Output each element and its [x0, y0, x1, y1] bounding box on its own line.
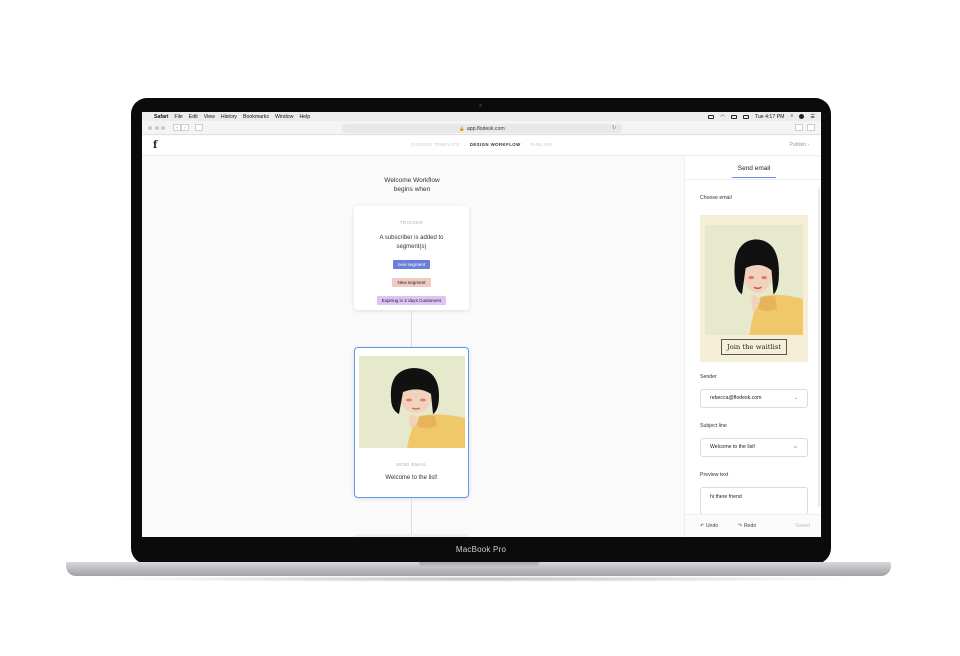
step-separator-icon: ›	[463, 142, 466, 147]
close-window-icon[interactable]	[148, 125, 152, 130]
saved-status: Saved	[795, 523, 810, 529]
email-settings-panel: Send email Choose email Join the waitlis…	[684, 157, 821, 537]
url-text: app.flodesk.com	[466, 125, 505, 132]
window-controls	[148, 125, 165, 130]
lock-icon: 🔒	[459, 125, 465, 131]
send-email-label: SEND EMAIL	[395, 462, 428, 467]
menubar-status: ◠ Tue 4:17 PM ⌕ ☰	[708, 113, 815, 120]
next-node-placeholder[interactable]	[354, 534, 469, 537]
device-label: MacBook Pro	[455, 545, 507, 554]
sidebar-toggle-icon[interactable]	[195, 124, 203, 131]
subject-line-input[interactable]: Welcome to the list! ☺	[700, 438, 808, 457]
workflow-canvas: Welcome Workflow begins when TRIGGER A s…	[142, 157, 684, 537]
menu-window[interactable]: Window	[275, 114, 293, 120]
spotlight-icon[interactable]: ⌕	[790, 113, 793, 120]
step-separator-icon: ›	[524, 142, 527, 147]
screen: Safari File Edit View History Bookmarks …	[142, 112, 821, 537]
workflow-steps: CHOOSE TEMPLATE › DESIGN WORKFLOW › PUBLISH	[142, 142, 821, 147]
menu-help[interactable]: Help	[299, 114, 310, 120]
share-icon[interactable]	[795, 124, 803, 131]
app-header: f CHOOSE TEMPLATE › DESIGN WORKFLOW › PUBLIS…	[142, 136, 821, 156]
tabs-overview-icon[interactable]	[807, 124, 815, 131]
divider	[685, 179, 821, 180]
connector-line	[411, 498, 412, 534]
forward-icon[interactable]: ›	[181, 124, 189, 131]
wifi-icon[interactable]: ◠	[720, 114, 725, 120]
minimize-window-icon[interactable]	[154, 125, 159, 130]
menu-file[interactable]: File	[174, 114, 182, 120]
sender-label: Sender	[700, 374, 717, 380]
notification-center-icon[interactable]: ☰	[810, 114, 815, 120]
choose-email-label: Choose email	[700, 195, 732, 201]
panel-footer: ↶ Undo ↷ Redo Saved	[685, 514, 821, 537]
undo-icon: ↶	[700, 523, 705, 529]
trigger-card[interactable]: TRIGGER A subscriber is added to segment…	[354, 206, 469, 310]
tab-send-email[interactable]: Send email	[734, 165, 774, 172]
zoom-window-icon[interactable]	[161, 125, 165, 130]
menu-bookmarks[interactable]: Bookmarks	[243, 114, 269, 120]
step-design-workflow[interactable]: DESIGN WORKFLOW	[470, 142, 521, 147]
history-nav: ‹ ›	[173, 124, 189, 131]
email-subject: Welcome to the list!	[385, 475, 438, 481]
mac-menubar: Safari File Edit View History Bookmarks …	[142, 112, 821, 121]
step-choose-template[interactable]: CHOOSE TEMPLATE	[411, 142, 460, 147]
trigger-description: A subscriber is added to segment(s)	[379, 235, 444, 250]
emoji-icon[interactable]: ☺	[793, 439, 798, 456]
redo-button[interactable]: ↷ Redo	[738, 523, 756, 529]
toolbar-actions	[795, 124, 815, 131]
segment-chip[interactable]: New segment	[392, 278, 431, 287]
sender-select[interactable]: rebecca@flodesk.com ⌄	[700, 389, 808, 408]
clock[interactable]: Tue 4:17 PM	[755, 114, 785, 120]
subject-line-label: Subject line	[700, 423, 727, 429]
chevron-down-icon: ⌄	[793, 395, 798, 401]
segment-chip[interactable]: Expiring in 2 days Customers	[376, 296, 447, 305]
laptop-shadow	[90, 576, 870, 582]
browser-toolbar: ‹ › 🔒 app.flodesk.com ↻	[142, 121, 821, 135]
siri-icon[interactable]	[799, 114, 805, 119]
email-preview[interactable]: Join the waitlist	[700, 215, 808, 362]
connector-line	[411, 310, 412, 347]
preview-hero-image	[705, 225, 803, 335]
back-icon[interactable]: ‹	[173, 124, 181, 131]
step-publish[interactable]: PUBLISH	[531, 142, 553, 147]
undo-button[interactable]: ↶ Undo	[700, 523, 718, 529]
segment-chip[interactable]: new segment	[392, 260, 431, 269]
subject-line-value: Welcome to the list!	[710, 444, 756, 450]
laptop-notch	[419, 562, 539, 568]
send-email-card[interactable]: SEND EMAIL Welcome to the list!	[354, 347, 469, 498]
menu-history[interactable]: History	[221, 114, 237, 120]
undo-label: Undo	[705, 523, 719, 529]
menu-edit[interactable]: Edit	[189, 114, 198, 120]
preview-text-value: hi there friend	[710, 494, 742, 500]
email-hero-image	[359, 356, 465, 448]
battery-icon[interactable]	[742, 114, 749, 119]
active-tab-indicator	[732, 177, 776, 179]
preview-text-input[interactable]: hi there friend	[700, 487, 808, 515]
display-icon[interactable]	[730, 114, 737, 119]
camera-icon	[479, 104, 482, 107]
stage: Safari File Edit View History Bookmarks …	[0, 0, 960, 656]
menu-app-name[interactable]: Safari	[154, 114, 168, 120]
preview-text-label: Preview text	[700, 472, 729, 478]
reload-icon[interactable]: ↻	[612, 124, 616, 133]
airplay-icon[interactable]	[708, 114, 715, 119]
menu-view[interactable]: View	[204, 114, 215, 120]
workflow-title: Welcome Workflow begins when	[384, 177, 440, 193]
join-waitlist-button[interactable]: Join the waitlist	[721, 339, 787, 355]
trigger-label: TRIGGER	[399, 220, 424, 225]
panel-scrollbar[interactable]	[818, 187, 820, 507]
address-bar[interactable]: 🔒 app.flodesk.com	[342, 123, 622, 133]
sender-value: rebecca@flodesk.com	[710, 395, 762, 401]
redo-label: Redo	[743, 523, 757, 529]
redo-icon: ↷	[738, 523, 743, 529]
publish-link[interactable]: Publish ›	[790, 142, 809, 148]
